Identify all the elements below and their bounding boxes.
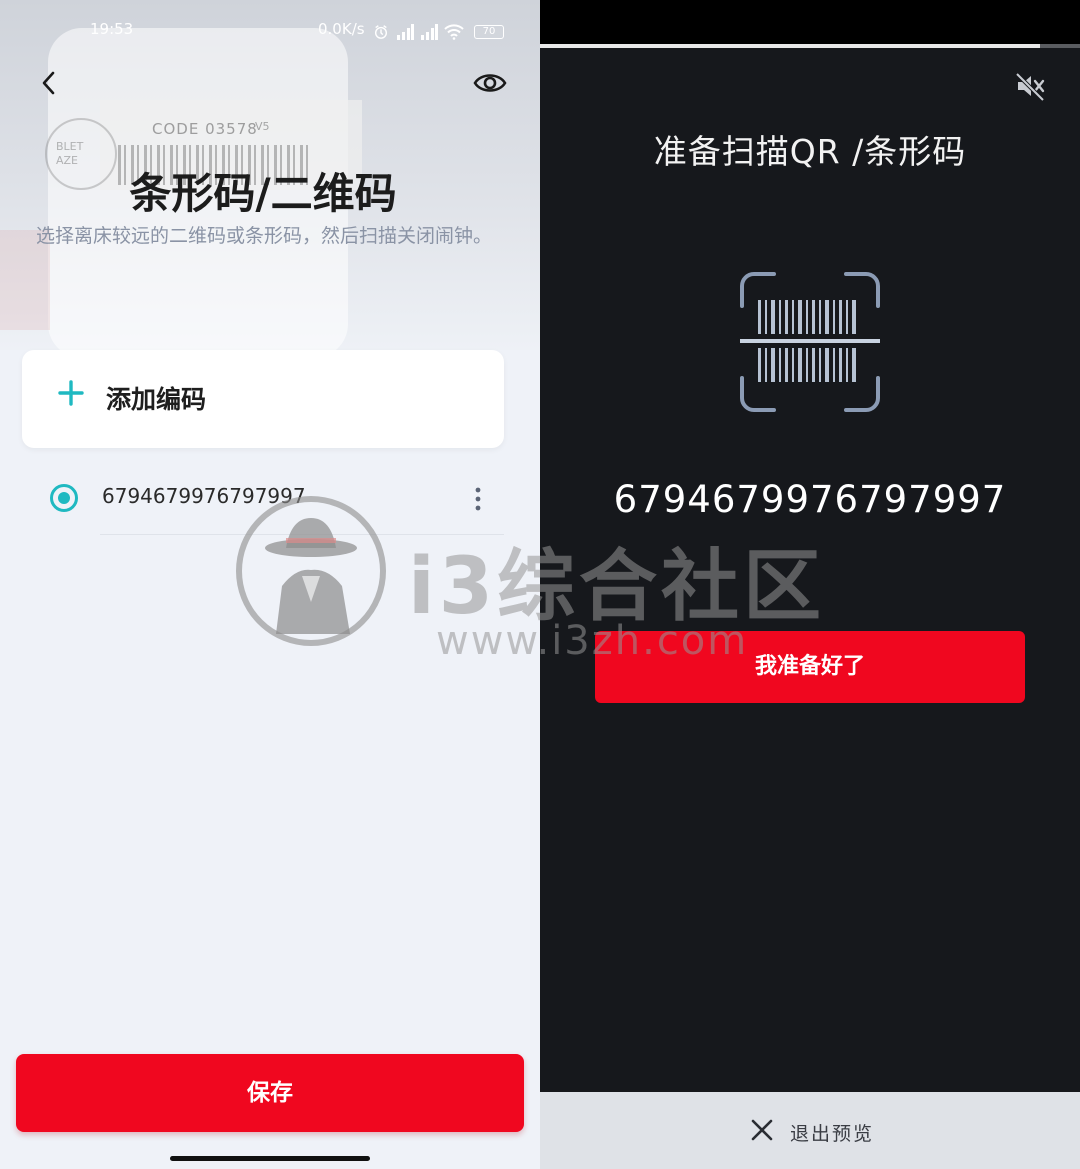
status-time: 19:53 [90,20,134,38]
wifi-icon [444,24,464,40]
status-network-speed: 0.0K/s [318,20,365,38]
radio-selected[interactable] [50,484,78,512]
plus-icon [58,380,84,406]
preview-progress-bar [540,44,1040,48]
left-phone-screen: CODE 03578 V5 BLET AZE 19:53 0.0K/s 70 条… [0,0,540,1169]
signal-icon-2 [421,24,438,40]
preview-progress-track [1040,44,1080,48]
preview-code-value: 6794679976797997 [613,478,1007,521]
battery-icon: 70 [474,25,504,39]
exit-preview-bar[interactable]: 退出预览 [540,1092,1080,1169]
right-phone-screen: 准备扫描QR /条形码 6794679976797997 我准备好了 退出预览 [540,0,1080,1169]
status-icons: 70 [372,18,504,46]
page-title: 条形码/二维码 [129,169,397,218]
alarm-icon [374,25,388,39]
eye-icon[interactable] [472,68,508,98]
page-subtitle: 选择离床较远的二维码或条形码，然后扫描关闭闹钟。 [35,225,492,247]
list-item[interactable]: 6794679976797997 [22,468,504,538]
status-bar: 19:53 0.0K/s 70 [0,18,540,48]
save-button[interactable]: 保存 [16,1054,524,1132]
code-value: 6794679976797997 [102,484,306,508]
mute-icon[interactable] [1014,70,1046,102]
barcode-scan-icon [740,272,880,412]
more-options-icon[interactable] [474,486,482,512]
add-code-label: 添加编码 [106,385,207,414]
add-code-button[interactable]: 添加编码 [22,350,504,448]
hero-code-text: CODE 03578 [152,120,258,138]
preview-title: 准备扫描QR /条形码 [653,132,967,171]
home-indicator [170,1156,370,1161]
radio-dot [58,492,70,504]
ready-button[interactable]: 我准备好了 [595,631,1025,703]
signal-icon [397,24,414,40]
back-icon[interactable] [34,68,64,98]
hero-code-suffix: V5 [255,120,270,133]
row-divider [100,534,504,535]
preview-screen [540,44,1080,1092]
close-icon [751,1119,773,1141]
exit-preview-label: 退出预览 [790,1123,875,1145]
